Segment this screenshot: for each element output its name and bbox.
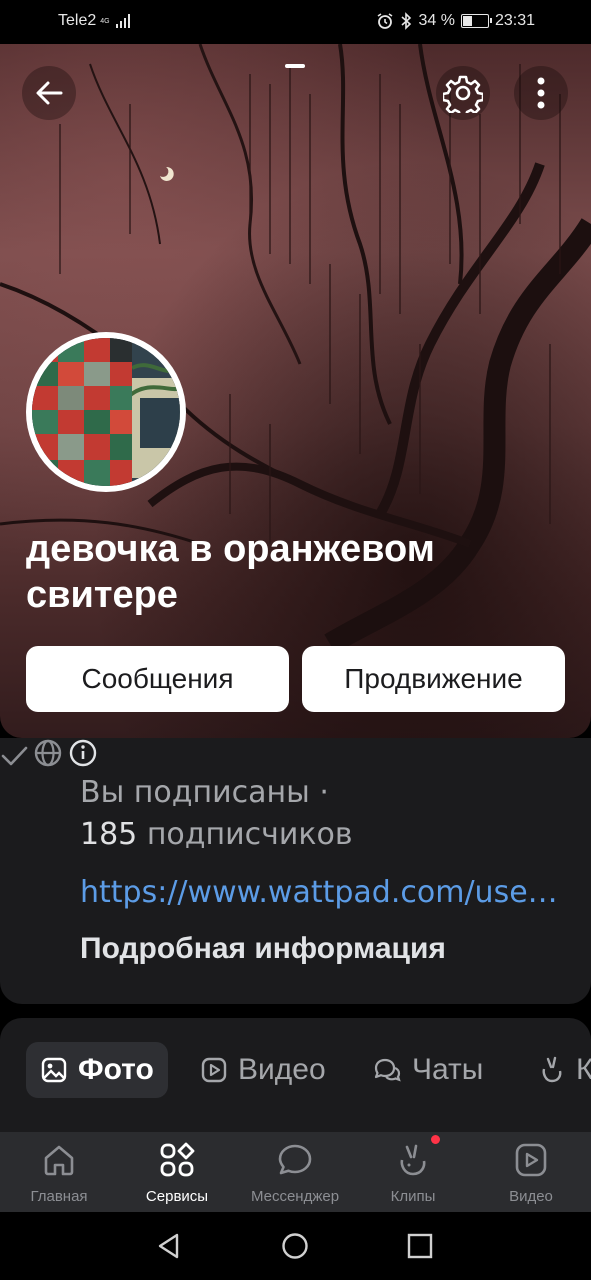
nav-services[interactable]: Сервисы — [118, 1132, 236, 1212]
bottom-navigation: Главная Сервисы Мессенджер Клипы Видео — [0, 1132, 591, 1212]
check-icon — [1, 746, 28, 766]
notification-dot — [431, 1135, 440, 1144]
arrow-left-icon — [36, 81, 63, 105]
signal-icon — [115, 14, 130, 28]
profile-name: девочка в оранжевом свитере — [26, 528, 435, 616]
dots-vertical-icon — [537, 77, 545, 109]
content-tabs: Фото Видео Чаты К — [0, 1018, 591, 1148]
alarm-icon — [378, 13, 393, 29]
battery-icon — [460, 14, 492, 28]
clips-icon — [400, 1144, 426, 1176]
nav-messenger[interactable]: Мессенджер — [236, 1132, 354, 1212]
clips-icon — [542, 1056, 562, 1083]
tab-label: Чаты — [412, 1053, 484, 1086]
battery-percent: 34 % — [418, 12, 455, 29]
nav-video[interactable]: Видео — [472, 1132, 590, 1212]
website-link[interactable]: https://www.wattpad.com/user/... — [80, 875, 560, 910]
video-icon — [201, 1057, 227, 1083]
network-type: 4G — [100, 17, 110, 25]
nav-label: Мессенджер — [250, 1188, 340, 1205]
tab-photos[interactable]: Фото — [26, 1042, 168, 1098]
back-triangle-icon[interactable] — [155, 1232, 183, 1260]
info-icon — [69, 739, 97, 767]
drag-handle — [285, 64, 305, 68]
more-button[interactable] — [514, 66, 568, 120]
profile-info: Вы подписаны · 185 подписчиков https://w… — [0, 738, 591, 1004]
nav-home[interactable]: Главная — [0, 1132, 118, 1212]
messenger-icon — [278, 1144, 312, 1175]
avatar[interactable] — [26, 332, 186, 492]
image-icon — [41, 1057, 67, 1083]
nav-label: Клипы — [390, 1188, 436, 1205]
bluetooth-icon — [401, 12, 412, 30]
clock: 23:31 — [494, 12, 535, 29]
services-icon — [160, 1142, 195, 1177]
carrier-label: Tele2 — [58, 12, 97, 29]
messages-button[interactable]: Сообщения — [26, 646, 289, 712]
tab-label: Фото — [78, 1053, 154, 1086]
nav-label: Сервисы — [145, 1188, 209, 1205]
back-button[interactable] — [22, 66, 76, 120]
subscribed-label: Вы подписаны · — [80, 775, 329, 810]
chats-icon — [374, 1058, 401, 1082]
tab-label: Видео — [238, 1053, 326, 1086]
subscription-status[interactable]: Вы подписаны · 185 подписчиков — [80, 772, 353, 856]
followers-label: подписчиков — [146, 817, 353, 852]
tab-chats[interactable]: Чаты — [358, 1042, 497, 1098]
gear-icon — [443, 75, 483, 113]
home-circle-icon[interactable] — [281, 1232, 309, 1260]
tab-videos[interactable]: Видео — [186, 1042, 340, 1098]
more-info-link[interactable]: Подробная информация — [80, 932, 446, 966]
recents-square-icon[interactable] — [407, 1233, 433, 1259]
nav-clips[interactable]: Клипы — [354, 1132, 472, 1212]
avatar-image — [32, 338, 180, 486]
settings-button[interactable] — [436, 66, 490, 120]
video-icon — [515, 1143, 547, 1177]
system-navigation — [0, 1212, 591, 1280]
globe-icon — [34, 739, 62, 767]
promotion-button[interactable]: Продвижение — [302, 646, 565, 712]
status-bar: Tele2 4G 34 % 23:31 — [0, 0, 591, 44]
tab-label: К — [576, 1053, 591, 1086]
nav-label: Видео — [509, 1188, 553, 1205]
followers-count: 185 — [80, 817, 138, 852]
tab-clips[interactable]: К — [524, 1042, 591, 1098]
profile-cover: девочка в оранжевом свитере Сообщения Пр… — [0, 44, 591, 738]
home-icon — [44, 1145, 74, 1176]
nav-label: Главная — [30, 1188, 88, 1205]
